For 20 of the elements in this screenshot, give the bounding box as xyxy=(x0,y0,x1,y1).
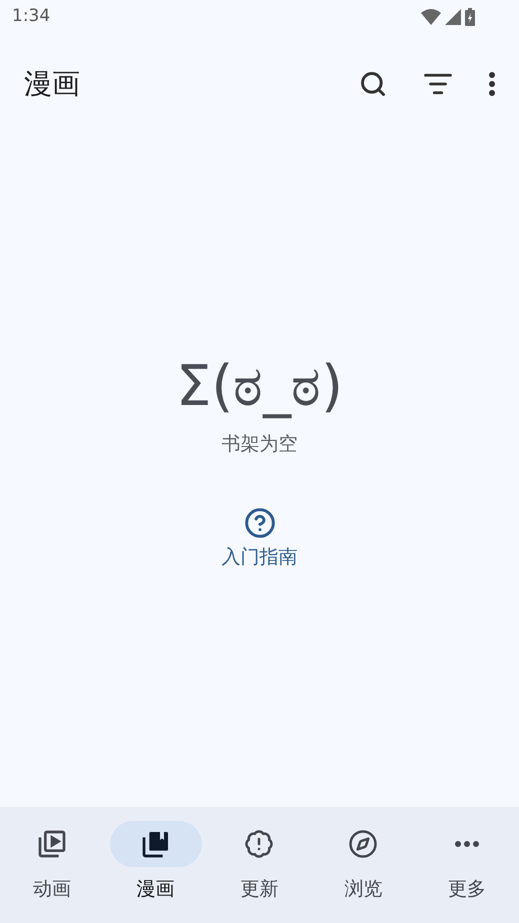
play-stack-icon xyxy=(36,828,68,860)
signal-icon xyxy=(445,9,461,25)
battery-icon xyxy=(465,8,475,26)
empty-message: 书架为空 xyxy=(222,432,298,458)
nav-tab[interactable]: 更新 xyxy=(208,821,312,904)
compass-icon xyxy=(348,829,378,859)
nav-tab[interactable]: 浏览 xyxy=(311,821,416,904)
overflow-menu-icon xyxy=(489,72,495,96)
alert-badge-icon xyxy=(244,829,274,859)
nav-tab[interactable]: 动画 xyxy=(0,821,104,904)
help-icon xyxy=(244,506,276,539)
search-icon xyxy=(359,70,387,98)
more-icon xyxy=(455,841,480,847)
wifi-icon xyxy=(421,9,441,25)
empty-face: Σ(ಠ_ಠ) xyxy=(176,353,344,421)
nav-tab[interactable]: 更多 xyxy=(415,821,519,904)
status-time: 1:34 xyxy=(12,5,50,28)
nav-tab[interactable]: 漫画 xyxy=(104,821,208,904)
help-link[interactable]: 入门指南 xyxy=(222,506,298,572)
page-title: 漫画 xyxy=(24,66,81,102)
